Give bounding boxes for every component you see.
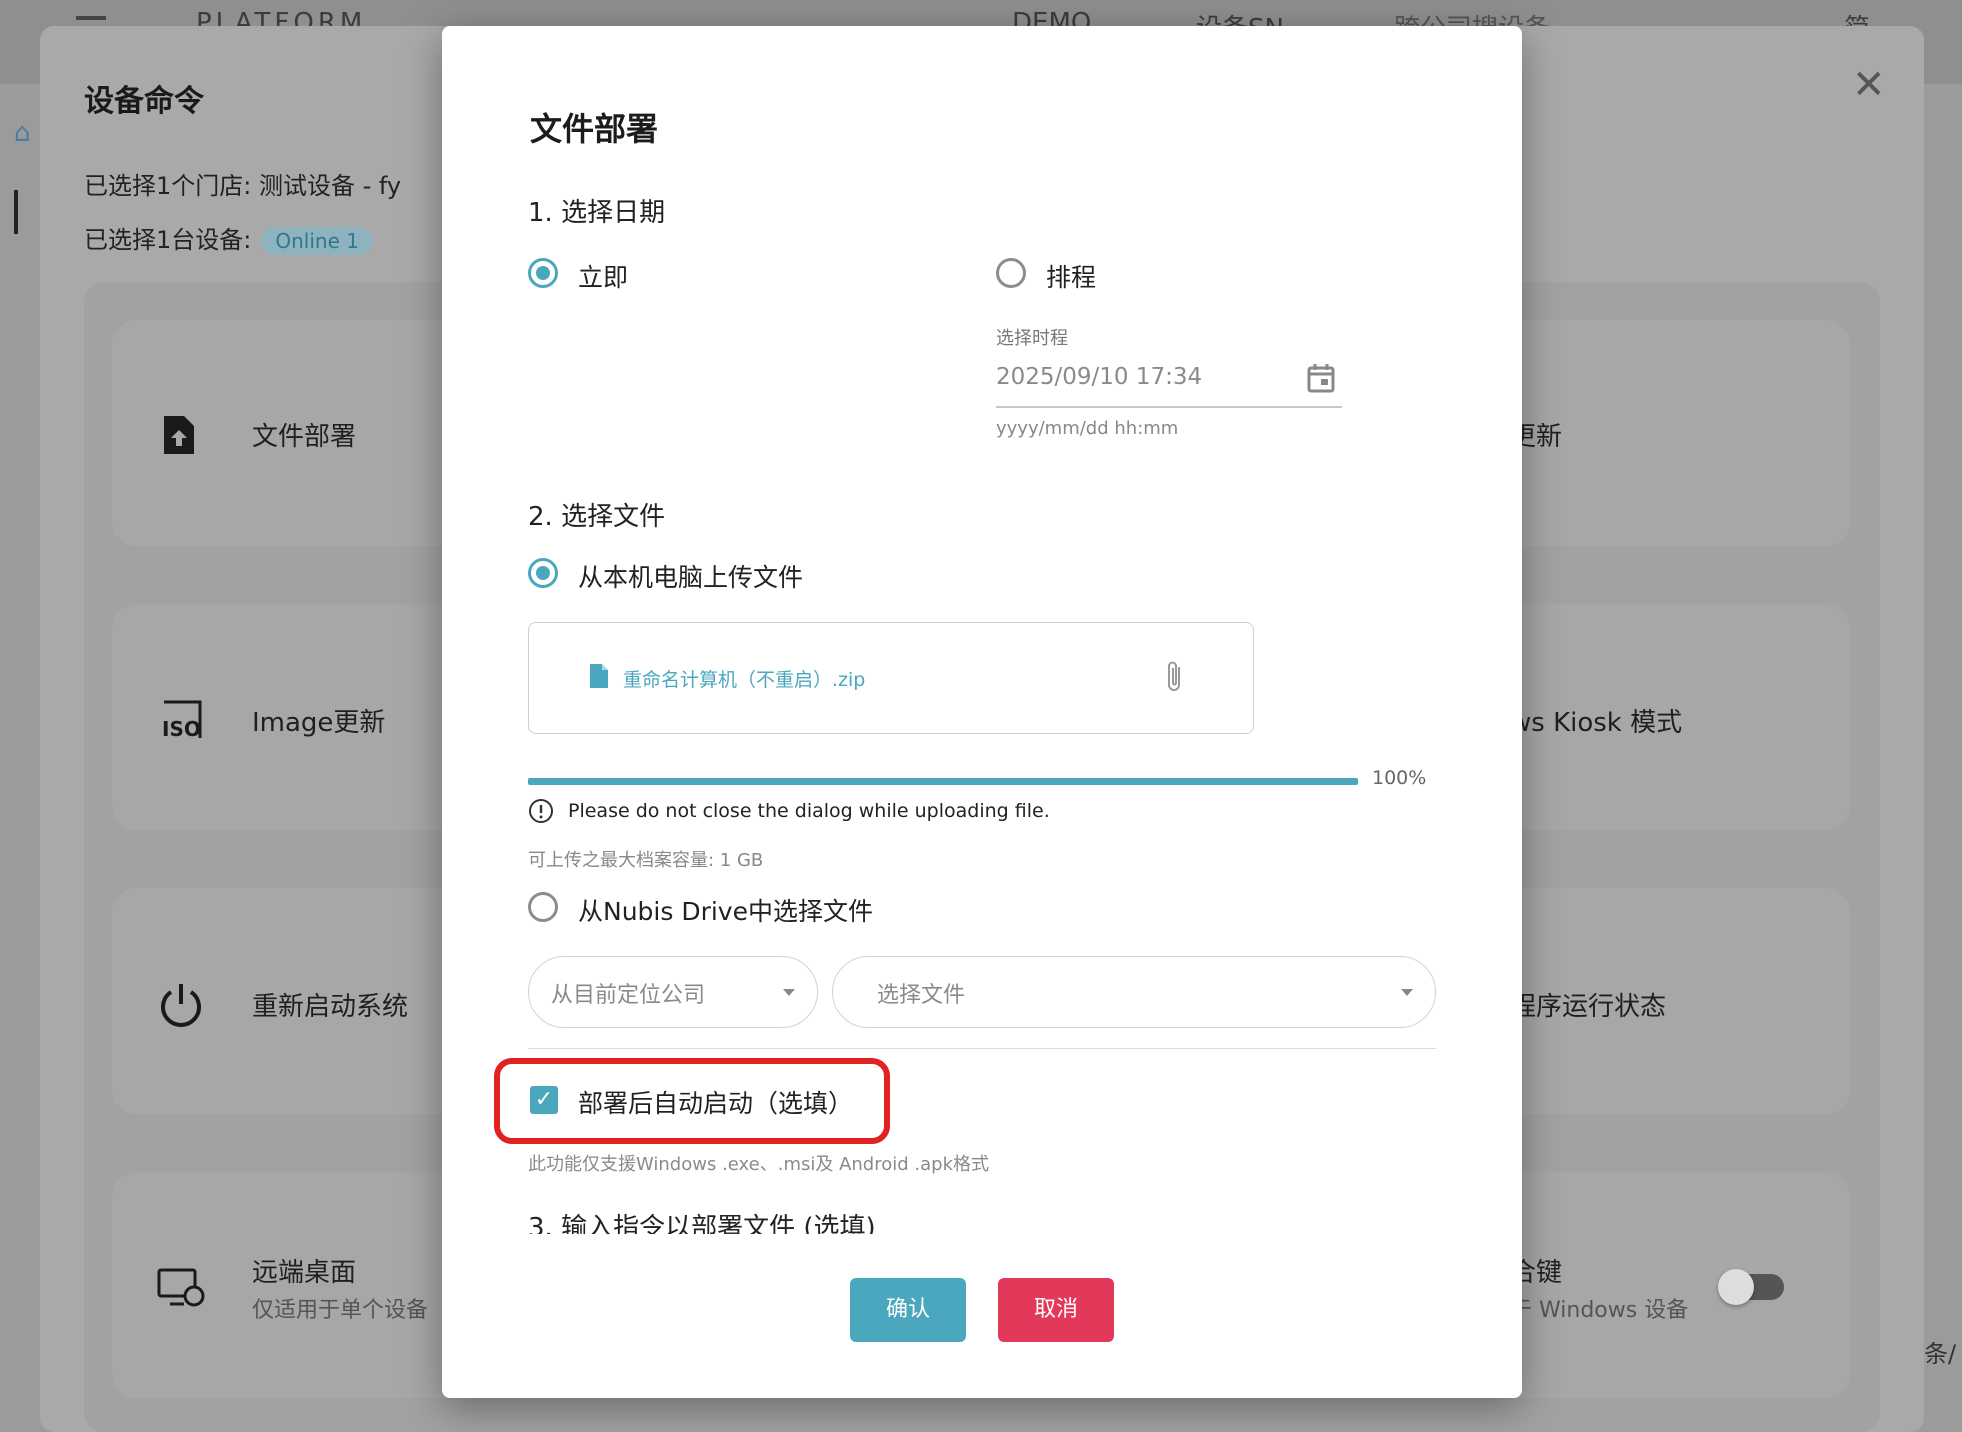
panel-title: 设备命令 — [84, 84, 204, 119]
power-icon — [161, 984, 201, 1027]
uploaded-file-name: 重命名计算机（不重启）.zip — [623, 669, 866, 691]
step3-title: 3. 输入指令以部署文件 (选填) — [528, 1213, 876, 1234]
radio-local-upload[interactable] — [528, 558, 558, 588]
schedule-label: 选择时程 — [996, 328, 1068, 349]
max-size-text: 可上传之最大档案容量: 1 GB — [528, 850, 764, 871]
schedule-hint: yyyy/mm/dd hh:mm — [996, 418, 1179, 439]
cancel-button[interactable]: 取消 — [998, 1278, 1114, 1342]
company-select[interactable]: 从目前定位公司 — [528, 956, 818, 1028]
file-icon — [590, 664, 608, 688]
selected-device-text: 已选择1台设备: — [84, 226, 252, 254]
file-select-value: 选择文件 — [877, 983, 966, 1008]
step2-title: 2. 选择文件 — [528, 502, 666, 532]
radio-schedule-label: 排程 — [1046, 263, 1097, 292]
schedule-datetime-input[interactable]: 2025/09/10 17:34 — [996, 364, 1202, 390]
info-icon — [529, 799, 553, 823]
step1-title: 1. 选择日期 — [528, 198, 666, 228]
left-edge-marker — [14, 190, 18, 234]
schedule-underline — [996, 406, 1342, 408]
card-label: ws Kiosk 模式 — [1510, 708, 1683, 738]
key-combo-toggle[interactable] — [1718, 1269, 1784, 1305]
card-label: Image更新 — [252, 708, 386, 738]
edge-text: 条/ — [1924, 1340, 1957, 1368]
radio-now-label: 立即 — [578, 263, 629, 292]
chevron-down-icon — [783, 989, 795, 996]
card-label: 重新启动系统 — [252, 992, 409, 1022]
section-divider — [528, 1048, 1436, 1049]
attachment-icon[interactable] — [1165, 659, 1185, 695]
confirm-button[interactable]: 确认 — [850, 1278, 966, 1342]
upload-progress-text: 100% — [1372, 767, 1427, 789]
menu-icon[interactable] — [76, 16, 106, 20]
selected-store-text: 已选择1个门店: 测试设备 - fy — [84, 172, 402, 200]
dialog-title: 文件部署 — [530, 110, 659, 148]
online-badge: Online 1 — [261, 227, 373, 255]
radio-schedule[interactable] — [996, 258, 1026, 288]
card-label: 程序运行状态 — [1510, 992, 1667, 1022]
radio-nubis-drive-label: 从Nubis Drive中选择文件 — [578, 897, 873, 926]
card-sublabel: 于 Windows 设备 — [1510, 1298, 1689, 1323]
upload-warning: Please do not close the dialog while upl… — [568, 800, 1050, 822]
upload-dropzone[interactable]: 重命名计算机（不重启）.zip — [528, 622, 1254, 734]
calendar-icon[interactable] — [1306, 362, 1336, 394]
chevron-down-icon — [1401, 989, 1413, 996]
company-select-value: 从目前定位公司 — [551, 983, 706, 1008]
upload-progress-bar — [528, 778, 1358, 785]
home-icon[interactable]: ⌂ — [14, 118, 31, 148]
autostart-checkbox[interactable]: ✓ — [530, 1086, 558, 1114]
svg-text:ISO: ISO — [162, 717, 201, 741]
iso-icon: ISO — [162, 700, 202, 741]
radio-now[interactable] — [528, 258, 558, 288]
file-upload-icon — [164, 416, 194, 454]
card-label: 远端桌面 — [252, 1258, 357, 1288]
radio-local-upload-label: 从本机电脑上传文件 — [578, 563, 804, 592]
autostart-support-text: 此功能仅支援Windows .exe、.msi及 Android .apk格式 — [528, 1154, 989, 1175]
radio-nubis-drive[interactable] — [528, 892, 558, 922]
autostart-label: 部署后自动启动（选填） — [578, 1089, 854, 1118]
card-sublabel: 仅适用于单个设备 — [252, 1298, 429, 1323]
file-deploy-dialog: 文件部署 1. 选择日期 立即 排程 选择时程 2025/09/10 17:34… — [442, 26, 1522, 1398]
remote-desktop-icon — [157, 1268, 205, 1307]
card-label: 文件部署 — [252, 422, 357, 452]
close-icon[interactable]: ✕ — [1852, 62, 1886, 108]
file-select[interactable]: 选择文件 — [832, 956, 1436, 1028]
selected-device-line: 已选择1台设备: Online 1 — [84, 220, 373, 255]
